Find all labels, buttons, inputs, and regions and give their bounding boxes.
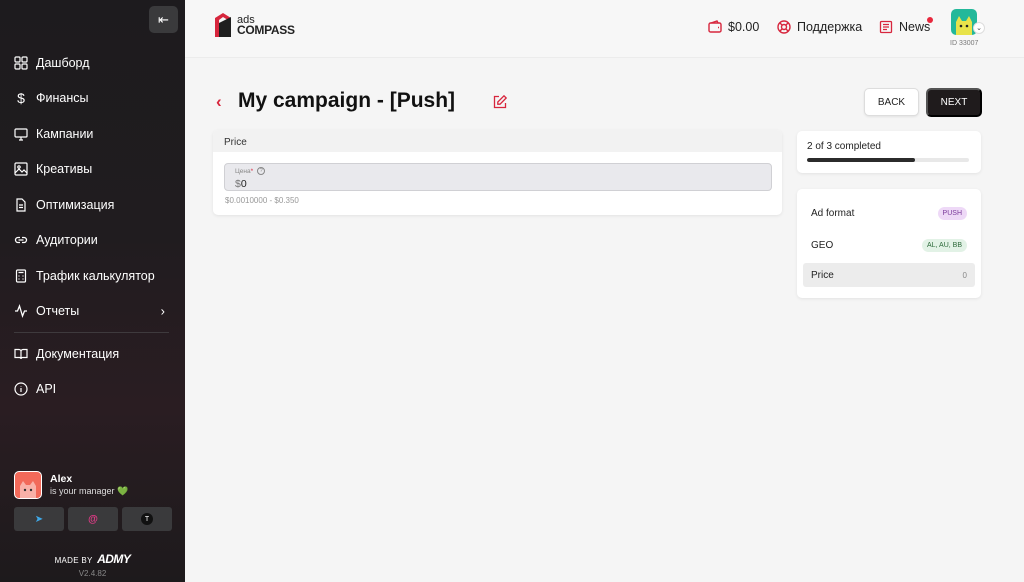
- page-title: My campaign - [Push]: [238, 89, 456, 112]
- price-field[interactable]: Цена * ? $0: [224, 163, 772, 191]
- sidebar-item-label: Финансы: [36, 91, 89, 106]
- sidebar-item-traffic-calculator[interactable]: Трафик калькулятор: [0, 258, 185, 294]
- manager-subtitle: is your manager 💚: [50, 486, 129, 496]
- price-section: Price Цена * ? $0 $0.0010000 - $0.350: [213, 130, 782, 215]
- balance-link[interactable]: $0.00: [708, 20, 759, 34]
- manager-contacts: ➤ @ T: [14, 507, 174, 531]
- email-at-icon: @: [88, 513, 98, 525]
- next-button[interactable]: NEXT: [926, 88, 982, 117]
- manager-card: Alex is your manager 💚 ➤ @ T: [14, 471, 174, 531]
- news-unread-dot: [927, 17, 933, 23]
- sidebar-item-audiences[interactable]: Аудитории: [0, 223, 185, 259]
- step-label: GEO: [811, 239, 834, 251]
- manager-name: Alex: [50, 473, 73, 485]
- lifebuoy-icon: [777, 20, 791, 34]
- price-field-value: $0: [235, 178, 247, 190]
- support-label: Поддержка: [797, 20, 863, 34]
- edit-title-icon[interactable]: [492, 94, 508, 110]
- step-geo[interactable]: GEO AL, AU, BB: [803, 233, 975, 257]
- price-label-text: Цена: [235, 167, 251, 175]
- help-icon[interactable]: ?: [257, 167, 266, 175]
- tawk-icon: T: [141, 513, 153, 525]
- steps-card: Ad format PUSH GEO AL, AU, BB Price 0: [797, 189, 981, 298]
- sidebar-item-label: Кампании: [36, 126, 94, 141]
- progress-text: 2 of 3 completed: [807, 141, 881, 152]
- logo-mark-icon: [213, 13, 235, 37]
- sidebar-item-reports[interactable]: Отчеты ›: [0, 294, 185, 330]
- news-link[interactable]: News: [879, 20, 930, 34]
- top-header: ads COMPASS $0.00 Поддержка News ⌄ ID 33…: [185, 0, 1024, 58]
- made-by: MADE BY ADMY: [0, 552, 185, 566]
- sidebar: ⇤ Дашборд $ Финансы Кампании Креативы Оп…: [0, 0, 185, 582]
- sidebar-item-creatives[interactable]: Креативы: [0, 152, 185, 188]
- sidebar-item-label: Отчеты: [36, 304, 80, 319]
- progress-bar: [807, 158, 969, 162]
- app-version: V2.4.82: [78, 569, 107, 578]
- document-icon: [14, 198, 28, 212]
- step-price[interactable]: Price 0: [803, 263, 975, 287]
- sidebar-item-label: API: [36, 382, 57, 397]
- sidebar-item-campaigns[interactable]: Кампании: [0, 116, 185, 152]
- newspaper-icon: [879, 20, 893, 34]
- price-range-hint: $0.0010000 - $0.350: [225, 196, 299, 205]
- back-arrow-icon[interactable]: ‹: [216, 92, 222, 112]
- step-badge: PUSH: [937, 206, 967, 220]
- link-icon: [14, 233, 28, 247]
- step-label: Price: [811, 269, 834, 281]
- back-button[interactable]: BACK: [864, 88, 919, 116]
- dollar-icon: $: [17, 90, 25, 107]
- manager-avatar: [14, 471, 42, 499]
- step-value: 0: [962, 270, 967, 280]
- news-label: News: [899, 20, 931, 34]
- price-field-label: Цена * ?: [235, 167, 266, 175]
- sidebar-item-dashboard[interactable]: Дашборд: [0, 45, 185, 81]
- dashboard-grid-icon: [14, 56, 28, 70]
- required-mark: *: [250, 167, 254, 175]
- progress-bar-fill: [807, 158, 916, 162]
- user-menu-chevron-icon[interactable]: ⌄: [973, 22, 985, 34]
- sidebar-nav: Дашборд $ Финансы Кампании Креативы Опти…: [0, 45, 185, 407]
- telegram-icon: ➤: [34, 513, 44, 525]
- image-icon: [14, 162, 28, 176]
- sidebar-item-label: Креативы: [36, 162, 93, 177]
- telegram-button[interactable]: ➤: [14, 507, 64, 531]
- support-link[interactable]: Поддержка: [777, 20, 862, 34]
- email-button[interactable]: @: [68, 507, 118, 531]
- tawk-button[interactable]: T: [122, 507, 172, 531]
- progress-card: 2 of 3 completed: [797, 131, 981, 173]
- price-value: 0: [240, 178, 247, 190]
- step-badge: AL, AU, BB: [921, 238, 967, 252]
- sidebar-item-finance[interactable]: $ Финансы: [0, 81, 185, 117]
- wallet-icon: [708, 20, 722, 34]
- logo-compass-text: COMPASS: [237, 23, 295, 37]
- sidebar-item-label: Документация: [36, 346, 120, 361]
- step-label: Ad format: [811, 207, 855, 219]
- sidebar-collapse-button[interactable]: ⇤: [149, 6, 178, 33]
- sidebar-item-label: Аудитории: [36, 233, 98, 248]
- calculator-icon: [14, 269, 28, 283]
- activity-icon: [14, 304, 28, 319]
- sidebar-item-optimization[interactable]: Оптимизация: [0, 187, 185, 223]
- ads-compass-logo[interactable]: ads COMPASS: [213, 13, 295, 37]
- chevron-right-icon: ›: [160, 303, 165, 319]
- sidebar-item-label: Трафик калькулятор: [36, 268, 155, 283]
- sidebar-item-label: Дашборд: [36, 55, 90, 70]
- book-icon: [14, 347, 28, 361]
- made-by-label: MADE BY: [54, 556, 93, 565]
- sidebar-divider: [14, 332, 169, 333]
- step-ad-format[interactable]: Ad format PUSH: [803, 201, 975, 225]
- sidebar-item-documentation[interactable]: Документация: [0, 336, 185, 372]
- info-icon: [14, 382, 28, 396]
- price-section-header: Price: [213, 130, 782, 152]
- monitor-icon: [14, 127, 28, 141]
- admy-logo: ADMY: [97, 552, 131, 566]
- balance-value: $0.00: [728, 20, 760, 34]
- collapse-left-icon: ⇤: [158, 11, 169, 27]
- user-id: ID 33007: [950, 40, 979, 47]
- sidebar-item-label: Оптимизация: [36, 197, 115, 212]
- sidebar-item-api[interactable]: API: [0, 372, 185, 408]
